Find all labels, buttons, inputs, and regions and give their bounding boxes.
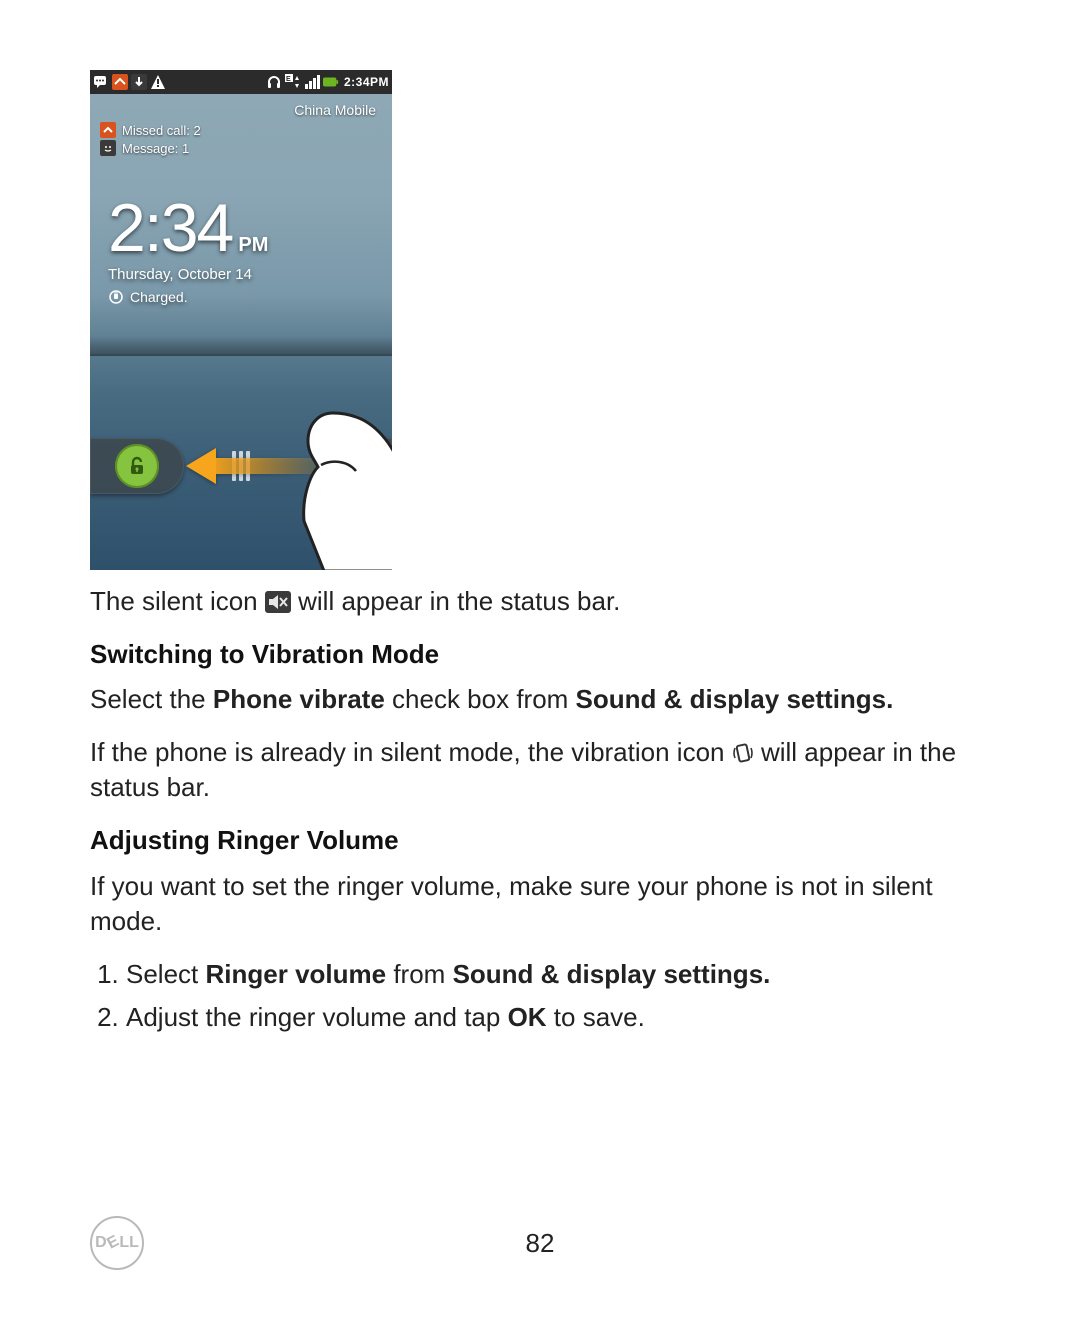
- text: If the phone is already in silent mode, …: [90, 737, 732, 767]
- text: will appear in the status bar.: [298, 586, 620, 616]
- vibration-icon-paragraph: If the phone is already in silent mode, …: [90, 735, 990, 805]
- ringer-intro-paragraph: If you want to set the ringer volume, ma…: [90, 869, 990, 939]
- message-icon: [100, 140, 116, 156]
- dell-logo: DELL: [90, 1216, 144, 1270]
- statusbar-time: 2:34PM: [344, 75, 389, 89]
- step-2: Adjust the ringer volume and tap OK to s…: [126, 1000, 990, 1035]
- text: The silent icon: [90, 586, 265, 616]
- missed-call-row: Missed call: 2: [100, 122, 392, 138]
- text: check box from: [392, 684, 576, 714]
- vibrate-checkbox-paragraph: Select the Phone vibrate check box from …: [90, 682, 990, 717]
- clock-time: 2:34: [108, 194, 232, 262]
- plug-icon: [108, 289, 124, 305]
- silent-icon: [265, 587, 291, 609]
- download-status-icon: [131, 74, 147, 90]
- text-bold: Sound & display settings.: [576, 684, 894, 714]
- carrier-label: China Mobile: [90, 94, 392, 122]
- text: from: [393, 959, 452, 989]
- message-text: Message: 1: [122, 141, 189, 156]
- vibration-icon: [732, 738, 754, 760]
- page-number: 82: [526, 1228, 555, 1259]
- lockscreen-notifications: Missed call: 2 Message: 1: [90, 122, 392, 156]
- missed-call-icon: [100, 122, 116, 138]
- message-row: Message: 1: [100, 140, 392, 156]
- text-bold: Ringer volume: [206, 959, 387, 989]
- speech-bubble-icon: [93, 74, 109, 90]
- missed-call-text: Missed call: 2: [122, 123, 201, 138]
- charged-text: Charged.: [130, 289, 188, 305]
- text: to save.: [554, 1002, 645, 1032]
- status-bar: E 2:34PM: [90, 70, 392, 94]
- clock-date: Thursday, October 14: [108, 266, 392, 283]
- lockscreen-clock: 2:34 PM Thursday, October 14 Charged.: [90, 158, 392, 305]
- svg-text:E: E: [286, 76, 291, 83]
- clock-ampm: PM: [238, 234, 268, 257]
- horizon-decoration: [90, 336, 392, 354]
- headphones-icon: [266, 74, 282, 90]
- unlock-icon: [115, 444, 159, 488]
- unlock-tab[interactable]: [90, 438, 184, 494]
- document-body: The silent icon will appear in the statu…: [90, 584, 990, 1035]
- battery-icon: [323, 74, 339, 90]
- data-edge-icon: E: [285, 74, 301, 90]
- step-1: Select Ringer volume from Sound & displa…: [126, 957, 990, 992]
- heading-vibration-mode: Switching to Vibration Mode: [90, 637, 990, 672]
- warning-icon: [150, 74, 166, 90]
- text-bold: OK: [508, 1002, 547, 1032]
- signal-icon: [304, 74, 320, 90]
- heading-ringer-volume: Adjusting Ringer Volume: [90, 823, 990, 858]
- text-bold: Phone vibrate: [213, 684, 385, 714]
- page-footer: DELL 82: [90, 1216, 990, 1270]
- text: Adjust the ringer volume and tap: [126, 1002, 508, 1032]
- ringer-steps: Select Ringer volume from Sound & displa…: [90, 957, 990, 1035]
- text: Select: [126, 959, 206, 989]
- missed-call-status-icon: [112, 74, 128, 90]
- finger-illustration: [278, 401, 392, 570]
- text-bold: Sound & display settings.: [453, 959, 771, 989]
- phone-lockscreen: E 2:34PM China Mobile Missed call: 2: [90, 70, 392, 570]
- silent-icon-paragraph: The silent icon will appear in the statu…: [90, 584, 990, 619]
- text: Select the: [90, 684, 213, 714]
